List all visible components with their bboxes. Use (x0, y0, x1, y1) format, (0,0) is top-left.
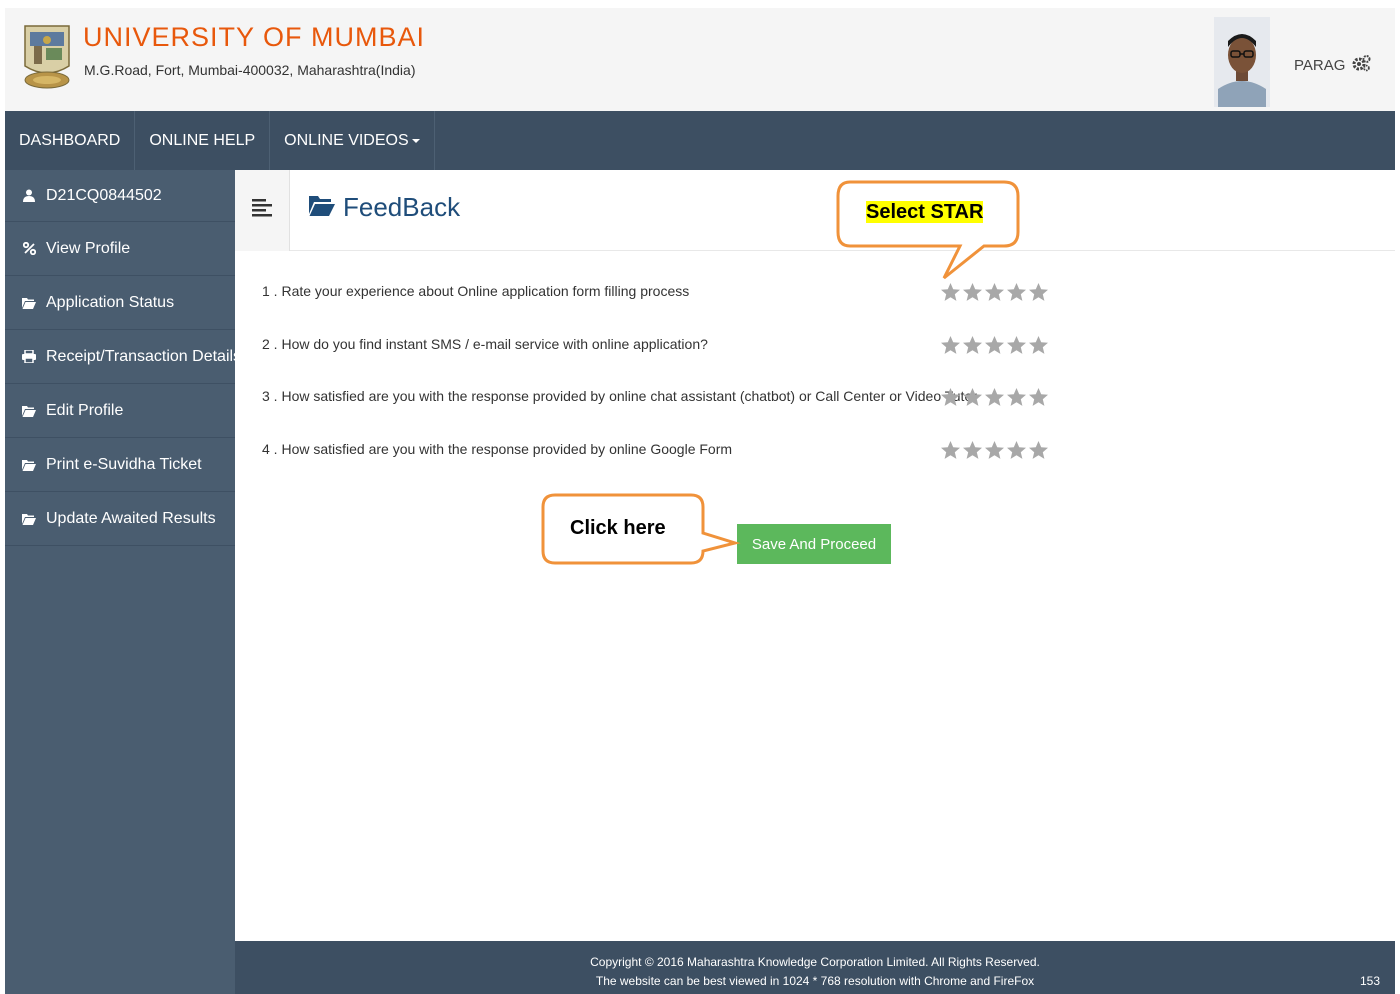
university-crest-icon (20, 18, 74, 96)
star-icon[interactable] (1028, 282, 1049, 303)
nav-online-help-label: ONLINE HELP (149, 131, 256, 149)
folder-open-icon (22, 512, 36, 526)
sidebar-item-label: Print e-Suvidha Ticket (46, 455, 202, 473)
folder-open-icon (22, 296, 36, 310)
star-icon[interactable] (962, 335, 983, 356)
star-icon[interactable] (1028, 440, 1049, 461)
folder-open-icon (309, 192, 335, 223)
star-icon[interactable] (962, 440, 983, 461)
question-3: 3 . How satisfied are you with the respo… (262, 388, 977, 404)
sidebar-item-receipt-transaction[interactable]: Receipt/Transaction Details (5, 330, 241, 384)
footer-resolution-note: The website can be best viewed in 1024 *… (595, 974, 1035, 988)
star-icon[interactable] (1028, 387, 1049, 408)
content-header: FeedBack (235, 170, 1395, 251)
star-icon[interactable] (1006, 440, 1027, 461)
question-4: 4 . How satisfied are you with the respo… (262, 441, 733, 457)
star-icon[interactable] (984, 335, 1005, 356)
page-title-text: FeedBack (343, 192, 461, 222)
star-rating-1[interactable] (940, 282, 1049, 303)
star-icon[interactable] (984, 282, 1005, 303)
user-icon (22, 189, 36, 203)
folder-open-icon (22, 458, 36, 472)
click-here-label: Click here (570, 517, 666, 539)
hamburger-icon (252, 199, 272, 222)
folder-open-icon (22, 404, 36, 418)
sidebar-item-label: Edit Profile (46, 401, 124, 419)
sidebar: D21CQ0844502 View Profile Application St… (5, 170, 241, 994)
sidebar-item-label: Application Status (46, 293, 175, 311)
nav-online-videos-dropdown[interactable]: ONLINE VIDEOS (270, 111, 435, 170)
sidebar-item-view-profile[interactable]: View Profile (5, 222, 235, 276)
footer-page-number: 153 (1359, 974, 1380, 988)
sidebar-item-edit-profile[interactable]: Edit Profile (5, 384, 235, 438)
gears-icon (1351, 54, 1371, 76)
university-title: UNIVERSITY OF MUMBAI (83, 22, 426, 52)
sidebar-item-label: D21CQ0844502 (46, 186, 162, 204)
star-icon[interactable] (962, 387, 983, 408)
star-icon[interactable] (940, 440, 961, 461)
star-icon[interactable] (940, 335, 961, 356)
star-icon[interactable] (940, 282, 961, 303)
sidebar-item-application-status[interactable]: Application Status (5, 276, 235, 330)
menu-toggle-button[interactable] (235, 170, 290, 251)
sidebar-item-label: View Profile (46, 239, 131, 257)
star-rating-3[interactable] (940, 387, 1049, 408)
save-and-proceed-button[interactable]: Save And Proceed (737, 524, 891, 564)
star-icon[interactable] (940, 387, 961, 408)
nav-dashboard[interactable]: DASHBOARD (5, 111, 136, 170)
print-icon (22, 350, 36, 364)
star-icon[interactable] (1006, 387, 1027, 408)
sidebar-item-label: Receipt/Transaction Details (46, 347, 242, 365)
footer: Copyright © 2016 Maharashtra Knowledge C… (235, 941, 1395, 994)
top-navbar: DASHBOARD ONLINE HELP ONLINE VIDEOS (5, 111, 1395, 170)
star-rating-4[interactable] (940, 440, 1049, 461)
star-icon[interactable] (984, 387, 1005, 408)
nav-dashboard-label: DASHBOARD (19, 131, 121, 149)
user-menu[interactable]: PARAG (1294, 54, 1371, 76)
avatar (1214, 17, 1270, 107)
caret-down-icon (411, 138, 420, 143)
page-title: FeedBack (309, 192, 460, 223)
star-icon[interactable] (984, 440, 1005, 461)
sidebar-item-user-id[interactable]: D21CQ0844502 (5, 170, 235, 222)
star-icon[interactable] (962, 282, 983, 303)
star-icon[interactable] (1006, 335, 1027, 356)
star-rating-2[interactable] (940, 335, 1049, 356)
select-star-label: Select STAR (866, 201, 984, 223)
user-name-label: PARAG (1294, 56, 1346, 74)
star-icon[interactable] (1006, 282, 1027, 303)
sidebar-item-update-results[interactable]: Update Awaited Results (5, 492, 235, 546)
nav-online-videos-label: ONLINE VIDEOS (284, 131, 409, 149)
sidebar-item-label: Update Awaited Results (46, 509, 216, 527)
question-2: 2 . How do you find instant SMS / e-mail… (262, 336, 708, 352)
footer-copyright: Copyright © 2016 Maharashtra Knowledge C… (590, 955, 1040, 969)
university-address: M.G.Road, Fort, Mumbai-400032, Maharasht… (84, 62, 416, 78)
sidebar-item-print-ticket[interactable]: Print e-Suvidha Ticket (5, 438, 235, 492)
question-1: 1 . Rate your experience about Online ap… (262, 283, 690, 299)
nav-online-help[interactable]: ONLINE HELP (135, 111, 271, 170)
percent-icon (22, 242, 36, 256)
star-icon[interactable] (1028, 335, 1049, 356)
site-header: UNIVERSITY OF MUMBAI M.G.Road, Fort, Mum… (5, 8, 1395, 111)
